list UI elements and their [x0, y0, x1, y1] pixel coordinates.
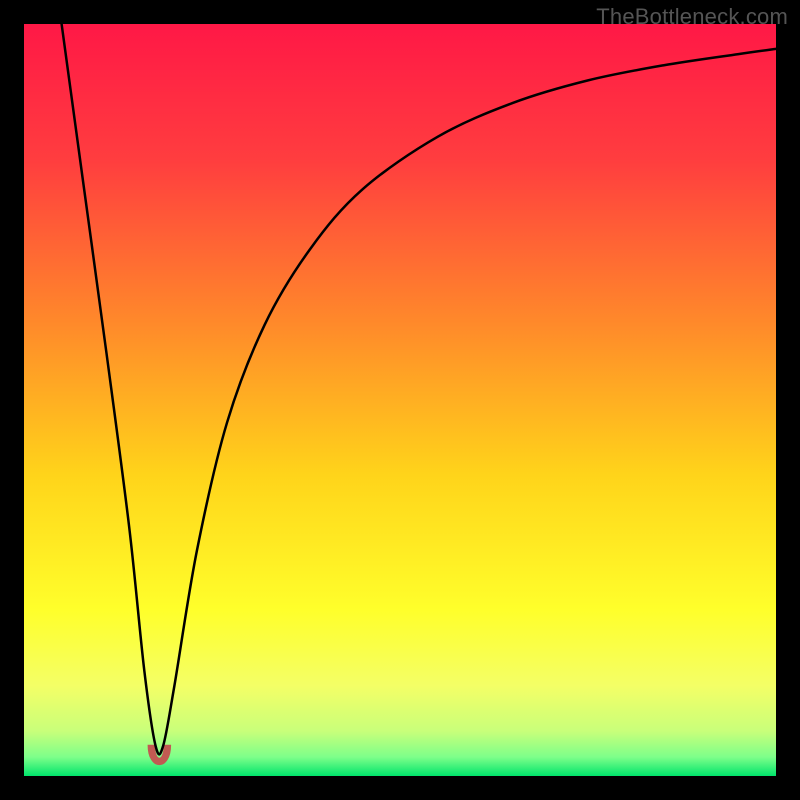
plot-area — [24, 24, 776, 776]
curve-layer — [24, 24, 776, 776]
chart-frame: TheBottleneck.com — [0, 0, 800, 800]
bottleneck-curve — [62, 24, 776, 754]
